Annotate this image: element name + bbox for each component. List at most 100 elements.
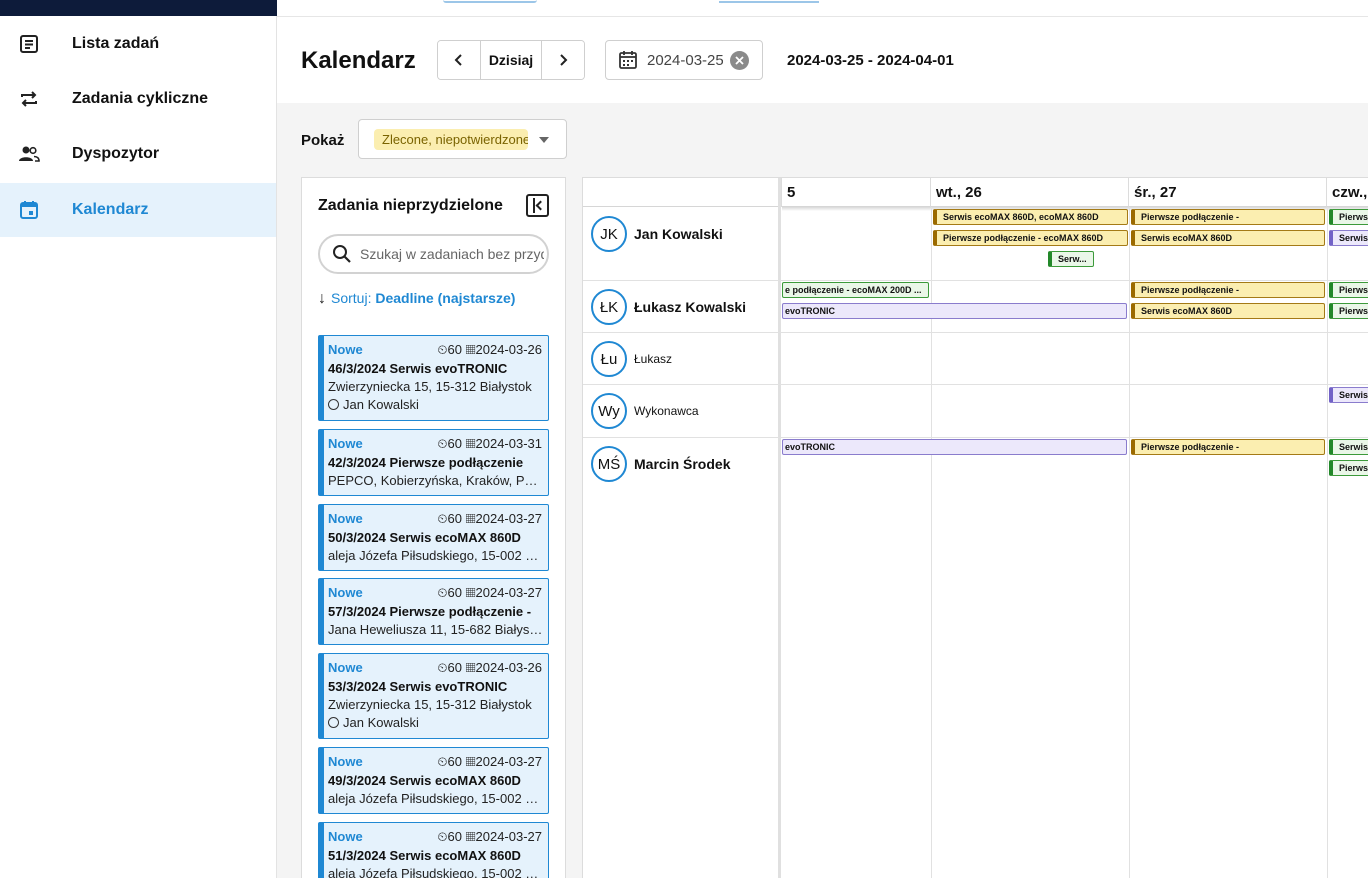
event-block[interactable]: evoTRONIC <box>782 439 1127 455</box>
previous-week-button[interactable] <box>438 41 480 79</box>
event-block[interactable]: Serw... <box>1048 251 1094 267</box>
deadline-date: 2024-03-27 <box>475 829 543 844</box>
next-week-button[interactable] <box>542 41 584 79</box>
person-name: Łukasz Kowalski <box>634 299 747 315</box>
event-block[interactable]: Pierwsze podłączenie - <box>1131 282 1325 298</box>
person-name: Wykonawca <box>634 404 699 418</box>
sidebar-item-recurring-tasks[interactable]: Zadania cykliczne <box>0 72 276 126</box>
task-card[interactable]: Nowe ⏲60 ▦2024-03-31 42/3/2024 Pierwsze p… <box>318 429 549 496</box>
task-card[interactable]: Nowe ⏲60 ▦2024-03-27 51/3/2024 Serwis eco… <box>318 822 549 878</box>
status-label: Nowe <box>328 511 363 526</box>
avatar: JK <box>591 216 627 252</box>
day-divider <box>1327 207 1328 878</box>
timer-icon: ⏲ <box>437 511 448 526</box>
date-range-label: 2024-03-25 - 2024-04-01 <box>787 52 954 69</box>
day-header: wt., 26 <box>931 178 1129 207</box>
task-title: 46/3/2024 Serwis evoTRONIC <box>328 361 508 376</box>
task-card[interactable]: Nowe ⏲60 ▦2024-03-26 46/3/2024 Serwis evo… <box>318 335 549 421</box>
task-card[interactable]: Nowe ⏲60 ▦2024-03-27 50/3/2024 Serwis eco… <box>318 504 549 571</box>
event-block[interactable]: Pierws <box>1329 303 1368 319</box>
task-meta: ⏲60 ▦2024-03-27 <box>437 585 542 601</box>
event-block[interactable]: Pierwsze podłączenie - <box>1131 209 1325 225</box>
event-block[interactable]: Pierws <box>1329 460 1368 476</box>
task-address: aleja Józefa Piłsudskiego, 15-002 Białys… <box>328 791 544 806</box>
person-row-jan-kowalski[interactable]: JK Jan Kowalski <box>583 215 781 253</box>
event-block[interactable]: Serwis <box>1329 387 1368 403</box>
task-title: 50/3/2024 Serwis ecoMAX 860D <box>328 530 521 545</box>
task-title: 57/3/2024 Pierwsze podłączenie - <box>328 604 532 619</box>
deadline-date: 2024-03-26 <box>475 660 543 675</box>
task-card[interactable]: Nowe ⏲60 ▦2024-03-27 49/3/2024 Serwis eco… <box>318 747 549 814</box>
date-icon: ▦ <box>465 511 476 526</box>
schedule-grid: 5 wt., 26 śr., 27 czw., 28 JK Jan Kowals… <box>582 177 1368 878</box>
event-block[interactable]: Pierwsze podłączenie - <box>1131 439 1325 455</box>
person-name: Łukasz <box>634 352 673 366</box>
date-value: 2024-03-25 <box>647 52 723 69</box>
person-row-lukasz-kowalski[interactable]: ŁK Łukasz Kowalski <box>583 288 781 326</box>
timer-icon: ⏲ <box>437 342 448 357</box>
today-button[interactable]: Dzisiaj <box>480 41 542 79</box>
task-address: aleja Józefa Piłsudskiego, 15-002 Białys… <box>328 548 544 563</box>
avatar: Wy <box>591 393 627 429</box>
task-meta: ⏲60 ▦2024-03-26 <box>437 342 542 358</box>
user-icon <box>328 717 339 728</box>
event-block[interactable]: Serwis <box>1329 230 1368 246</box>
date-icon: ▦ <box>465 585 476 600</box>
repeat-icon <box>18 88 40 110</box>
date-icon: ▦ <box>465 660 476 675</box>
person-row-wykonawca[interactable]: Wy Wykonawca <box>583 392 781 430</box>
status-label: Nowe <box>328 342 363 357</box>
search-input[interactable]: Szukaj w zadaniach bez przydziału <box>318 234 549 274</box>
duration: 60 <box>447 660 462 675</box>
sidebar-item-label: Kalendarz <box>72 201 149 218</box>
day-header: śr., 27 <box>1129 178 1327 207</box>
avatar: ŁK <box>591 289 627 325</box>
event-block[interactable]: Serwis <box>1329 439 1368 455</box>
unassigned-tasks-panel: Zadania nieprzydzielone Szukaj w zadania… <box>301 177 566 878</box>
task-title: 53/3/2024 Serwis evoTRONIC <box>328 679 508 694</box>
sort-prefix: Sortuj: <box>331 290 372 306</box>
sidebar-item-task-list[interactable]: Lista zadań <box>0 17 276 71</box>
person-row-lukasz[interactable]: Łu Łukasz <box>583 340 781 378</box>
date-icon: ▦ <box>465 829 476 844</box>
sidebar-item-calendar[interactable]: Kalendarz <box>0 183 276 237</box>
person-row-marcin-srodek[interactable]: MŚ Marcin Środek <box>583 445 781 483</box>
task-meta: ⏲60 ▦2024-03-27 <box>437 511 542 527</box>
status-label: Nowe <box>328 436 363 451</box>
event-block[interactable]: Pierwsze podłączenie - ecoMAX 860D <box>933 230 1128 246</box>
date-picker-field[interactable]: 2024-03-25 <box>605 40 763 80</box>
task-card[interactable]: Nowe ⏲60 ▦2024-03-27 57/3/2024 Pierwsze p… <box>318 578 549 645</box>
chevron-right-icon <box>560 54 568 66</box>
chevron-left-icon <box>454 54 462 66</box>
sidebar-item-label: Zadania cykliczne <box>72 90 209 107</box>
collapse-panel-button[interactable] <box>526 194 549 217</box>
task-meta: ⏲60 ▦2024-03-27 <box>437 754 542 770</box>
task-card[interactable]: Nowe ⏲60 ▦2024-03-26 53/3/2024 Serwis evo… <box>318 653 549 739</box>
user-icon <box>328 399 339 410</box>
row-divider <box>583 280 1368 281</box>
event-block[interactable]: Serwis ecoMAX 860D <box>1131 303 1325 319</box>
calendar-body: Pokaż Zlecone, niepotwierdzone Zadania n… <box>277 103 1368 878</box>
sort-control[interactable]: ↓ Sortuj: Deadline (najstarsze) <box>318 290 515 308</box>
row-divider <box>583 332 1368 333</box>
event-block[interactable]: e podłączenie - ecoMAX 200D ... <box>782 282 929 298</box>
sidebar: Lista zadań Zadania cykliczne Dyspozytor… <box>0 0 277 878</box>
duration: 60 <box>447 754 462 769</box>
event-block[interactable]: Serwis ecoMAX 860D, ecoMAX 860D <box>933 209 1128 225</box>
sidebar-item-dispatcher[interactable]: Dyspozytor <box>0 127 276 181</box>
status-filter-select[interactable]: Zlecone, niepotwierdzone <box>358 119 567 159</box>
event-block[interactable]: evoTRONIC <box>782 303 1127 319</box>
assignee-name: Jan Kowalski <box>343 397 419 412</box>
event-block[interactable]: Serwis ecoMAX 860D <box>1131 230 1325 246</box>
date-navigation: Dzisiaj <box>437 40 585 80</box>
event-block[interactable]: Pierws <box>1329 282 1368 298</box>
task-title: 49/3/2024 Serwis ecoMAX 860D <box>328 773 521 788</box>
filter-chip: Zlecone, niepotwierdzone <box>374 129 528 150</box>
task-address: aleja Józefa Piłsudskiego, 15-002 Białys… <box>328 866 544 878</box>
sidebar-item-label: Lista zadań <box>72 35 160 52</box>
task-address: Zwierzyniecka 15, 15-312 Białystok <box>328 697 532 712</box>
duration: 60 <box>447 829 462 844</box>
clear-date-button[interactable] <box>730 51 749 70</box>
event-block[interactable]: Pierws <box>1329 209 1368 225</box>
timer-icon: ⏲ <box>437 829 448 844</box>
